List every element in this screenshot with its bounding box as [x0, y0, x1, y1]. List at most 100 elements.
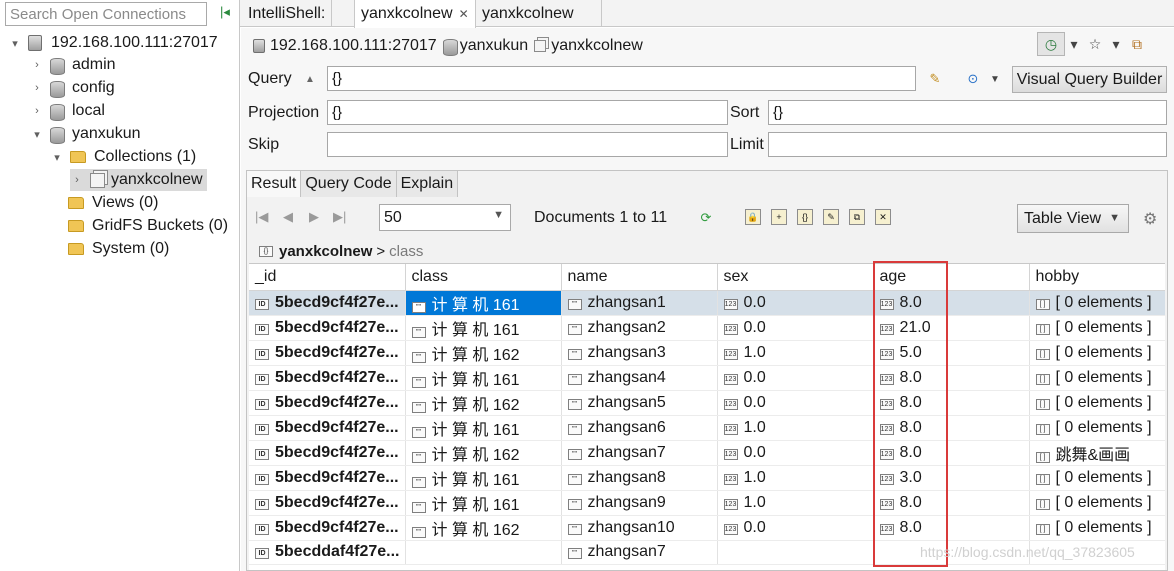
cell-name[interactable]: "" zhangsan6: [561, 415, 718, 441]
cell-sex[interactable]: 123 0.0: [717, 290, 874, 316]
projection-input[interactable]: [328, 101, 727, 124]
tab-explain[interactable]: Explain: [396, 171, 459, 197]
search-connections-box[interactable]: [5, 2, 207, 26]
cell-id[interactable]: ID 5becd9cf4f27e...: [249, 390, 406, 416]
column-header-age[interactable]: age: [873, 264, 1030, 291]
cell-id[interactable]: ID 5becd9cf4f27e...: [249, 415, 406, 441]
tree-node-db-admin[interactable]: › admin: [30, 54, 116, 76]
cell-age[interactable]: 123 8.0: [873, 440, 1030, 466]
chevron-down-icon[interactable]: ▾: [1107, 32, 1125, 56]
cell-hobby[interactable]: [ ] [ 0 elements ]: [1029, 515, 1165, 541]
cell-id[interactable]: ID 5becd9cf4f27e...: [249, 440, 406, 466]
cell-sex[interactable]: 123 1.0: [717, 415, 874, 441]
cell-class[interactable]: "" 计 算 机 161: [405, 415, 562, 441]
cell-sex[interactable]: 123 1.0: [717, 465, 874, 491]
view-json-icon[interactable]: {}: [797, 209, 813, 225]
cell-name[interactable]: "" zhangsan4: [561, 365, 718, 391]
cell-age[interactable]: 123 3.0: [873, 465, 1030, 491]
first-page-icon[interactable]: |◀: [255, 209, 268, 225]
table-row[interactable]: ID 5becd9cf4f27e... "" 计 算 机 162 "" zhangsan1…: [249, 515, 1165, 541]
sort-input[interactable]: [769, 101, 1166, 124]
search-connections-input[interactable]: [6, 3, 206, 25]
cell-name[interactable]: "" zhangsan7: [561, 440, 718, 466]
collapse-panel-icon[interactable]: |◂: [217, 4, 233, 20]
tab-intellishell[interactable]: IntelliShell:: [242, 0, 333, 27]
next-page-icon[interactable]: ▶: [309, 209, 319, 225]
projection-field[interactable]: [327, 100, 728, 125]
cell-id[interactable]: ID 5becd9cf4f27e...: [249, 340, 406, 366]
clone-document-icon[interactable]: ⧉: [849, 209, 865, 225]
cell-age[interactable]: 123 8.0: [873, 390, 1030, 416]
cell-hobby[interactable]: [ ] [ 0 elements ]: [1029, 390, 1165, 416]
tab-query-code[interactable]: Query Code: [301, 171, 397, 197]
cell-class[interactable]: "" 计 算 机 161: [405, 365, 562, 391]
cell-age[interactable]: 123 8.0: [873, 365, 1030, 391]
cell-hobby[interactable]: [ ] [ 0 elements ]: [1029, 415, 1165, 441]
tree-node-db-local[interactable]: › local: [30, 100, 105, 122]
cell-class[interactable]: "" 计 算 机 162: [405, 390, 562, 416]
cell-hobby[interactable]: [ ] 跳舞&画画: [1029, 440, 1165, 466]
visual-query-builder-button[interactable]: Visual Query Builder: [1012, 66, 1167, 93]
tree-node-system[interactable]: System (0): [68, 238, 169, 260]
cell-hobby[interactable]: [ ] [ 0 elements ]: [1029, 315, 1165, 341]
skip-field[interactable]: [327, 132, 728, 157]
cell-name[interactable]: "" zhangsan2: [561, 315, 718, 341]
cell-hobby[interactable]: [ ] [ 0 elements ]: [1029, 365, 1165, 391]
cell-id[interactable]: ID 5becd9cf4f27e...: [249, 515, 406, 541]
table-row[interactable]: ID 5becd9cf4f27e... "" 计 算 机 161 "" zhangsan2…: [249, 315, 1165, 341]
edit-query-icon[interactable]: ✎: [926, 70, 944, 88]
cell-age[interactable]: 123 21.0: [873, 315, 1030, 341]
cell-sex[interactable]: 123 0.0: [717, 390, 874, 416]
cell-id[interactable]: ID 5becd9cf4f27e...: [249, 365, 406, 391]
cell-sex[interactable]: 123 1.0: [717, 340, 874, 366]
tree-node-connection[interactable]: ▾ 192.168.100.111:27017: [8, 32, 218, 54]
cell-age[interactable]: 123 5.0: [873, 340, 1030, 366]
limit-field[interactable]: [768, 132, 1167, 157]
tree-node-collection-yanxkcolnew[interactable]: › yanxkcolnew: [70, 169, 207, 191]
previous-page-icon[interactable]: ◀: [283, 209, 293, 225]
chevron-right-icon[interactable]: ›: [30, 58, 44, 72]
history-icon[interactable]: ◷: [1037, 32, 1065, 56]
cell-hobby[interactable]: [ ] [ 0 elements ]: [1029, 290, 1165, 316]
tab-result[interactable]: Result: [247, 171, 302, 197]
chevron-right-icon[interactable]: ›: [70, 173, 84, 187]
cell-name[interactable]: "" zhangsan7: [561, 540, 718, 565]
path-collection[interactable]: yanxkcolnew: [279, 243, 372, 260]
cell-name[interactable]: "" zhangsan10: [561, 515, 718, 541]
table-row[interactable]: ID 5becd9cf4f27e... "" 计 算 机 161 "" zhangsan1…: [249, 290, 1165, 316]
table-row[interactable]: ID 5becd9cf4f27e... "" 计 算 机 162 "" zhangsan3…: [249, 340, 1165, 366]
cell-class[interactable]: "" 计 算 机 162: [405, 515, 562, 541]
column-header-id[interactable]: _id: [249, 264, 406, 291]
star-icon[interactable]: ☆: [1083, 32, 1107, 56]
cell-class[interactable]: "" 计 算 机 161: [405, 490, 562, 516]
cell-id[interactable]: ID 5becddaf4f27e...: [249, 540, 406, 565]
query-field[interactable]: [327, 66, 916, 91]
cell-id[interactable]: ID 5becd9cf4f27e...: [249, 290, 406, 316]
table-row[interactable]: ID 5becd9cf4f27e... "" 计 算 机 161 "" zhangsan6…: [249, 415, 1165, 441]
cell-age[interactable]: 123 8.0: [873, 290, 1030, 316]
cell-sex[interactable]: 123 0.0: [717, 365, 874, 391]
table-row[interactable]: ID 5becd9cf4f27e... "" 计 算 机 162 "" zhangsan5…: [249, 390, 1165, 416]
lock-icon[interactable]: 🔒: [745, 209, 761, 225]
chevron-down-icon[interactable]: ▾: [1065, 32, 1083, 56]
breadcrumb-collection[interactable]: yanxkcolnew: [551, 37, 643, 55]
breadcrumb-database[interactable]: yanxukun: [460, 37, 529, 55]
cell-age[interactable]: 123 8.0: [873, 490, 1030, 516]
cell-sex[interactable]: [717, 540, 874, 565]
column-header-sex[interactable]: sex: [717, 264, 874, 291]
cell-id[interactable]: ID 5becd9cf4f27e...: [249, 465, 406, 491]
copy-icon[interactable]: ⧉: [1125, 32, 1149, 56]
chevron-right-icon[interactable]: ›: [30, 81, 44, 95]
cell-name[interactable]: "" zhangsan9: [561, 490, 718, 516]
cell-age[interactable]: 123 8.0: [873, 515, 1030, 541]
chevron-down-icon[interactable]: ▾: [30, 127, 44, 141]
chevron-right-icon[interactable]: ›: [30, 104, 44, 118]
column-header-name[interactable]: name: [561, 264, 718, 291]
cell-name[interactable]: "" zhangsan1: [561, 290, 718, 316]
cell-hobby[interactable]: [ ] [ 0 elements ]: [1029, 490, 1165, 516]
chevron-down-icon[interactable]: ▾: [8, 36, 22, 50]
cell-hobby[interactable]: [ ] [ 0 elements ]: [1029, 465, 1165, 491]
cell-class[interactable]: "" 计 算 机 161: [405, 315, 562, 341]
column-header-class[interactable]: class: [405, 264, 562, 291]
query-input[interactable]: [328, 67, 915, 90]
